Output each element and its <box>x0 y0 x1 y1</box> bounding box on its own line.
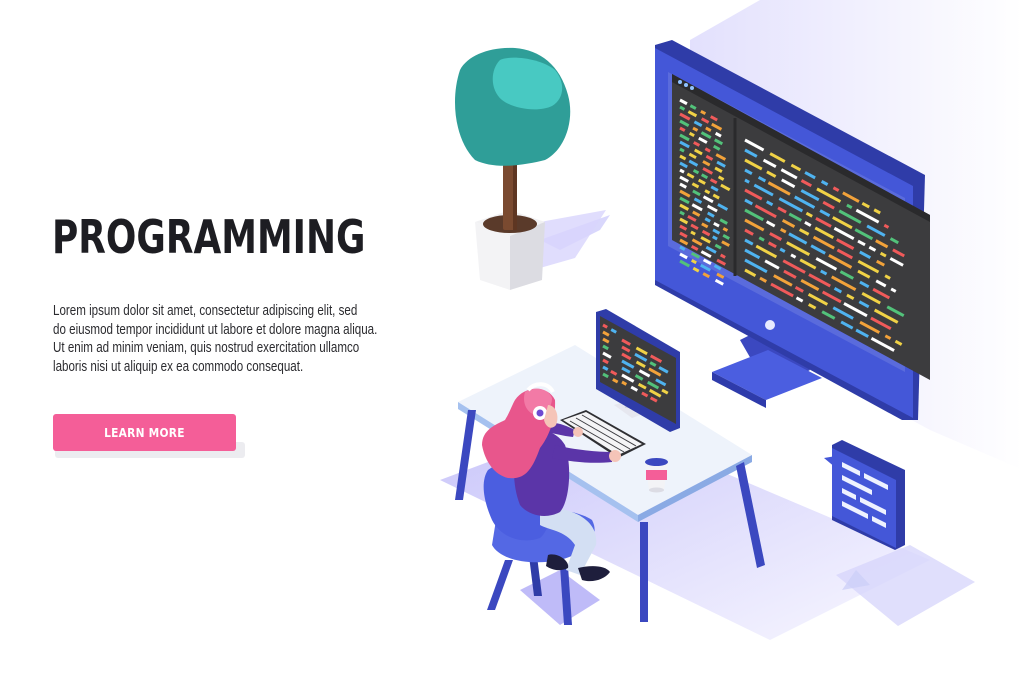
code-line <box>692 126 699 132</box>
code-line <box>690 230 696 236</box>
code-line <box>722 227 729 232</box>
description-line: Lorem ipsum dolor sit amet, consectetur … <box>53 303 358 319</box>
landing-page: PROGRAMMING Lorem ipsum dolor sit amet, … <box>0 0 1023 682</box>
description-line: Ut enim ad minim veniam, quis nostrud ex… <box>53 340 360 356</box>
code-line <box>679 210 685 216</box>
page-title: PROGRAMMING <box>52 210 366 264</box>
learn-more-button[interactable]: LEARN MORE <box>53 414 236 451</box>
code-line <box>712 235 718 241</box>
description-line: do eiusmod tempor incididunt ut labore e… <box>53 321 378 338</box>
code-line <box>700 109 707 116</box>
description-line: laboris nisi ut aliquip ex ea commodo co… <box>53 358 304 375</box>
code-line <box>704 189 711 195</box>
hero-description: Lorem ipsum dolor sit amet, consectetur … <box>53 302 389 376</box>
code-line <box>679 168 685 174</box>
code-line <box>621 380 628 386</box>
learn-more-label: LEARN MORE <box>104 425 185 440</box>
code-line <box>679 147 685 153</box>
code-line <box>744 178 750 184</box>
code-line <box>679 105 686 111</box>
code-line <box>602 323 608 329</box>
code-line <box>883 223 890 229</box>
potted-plant-icon <box>455 47 606 290</box>
